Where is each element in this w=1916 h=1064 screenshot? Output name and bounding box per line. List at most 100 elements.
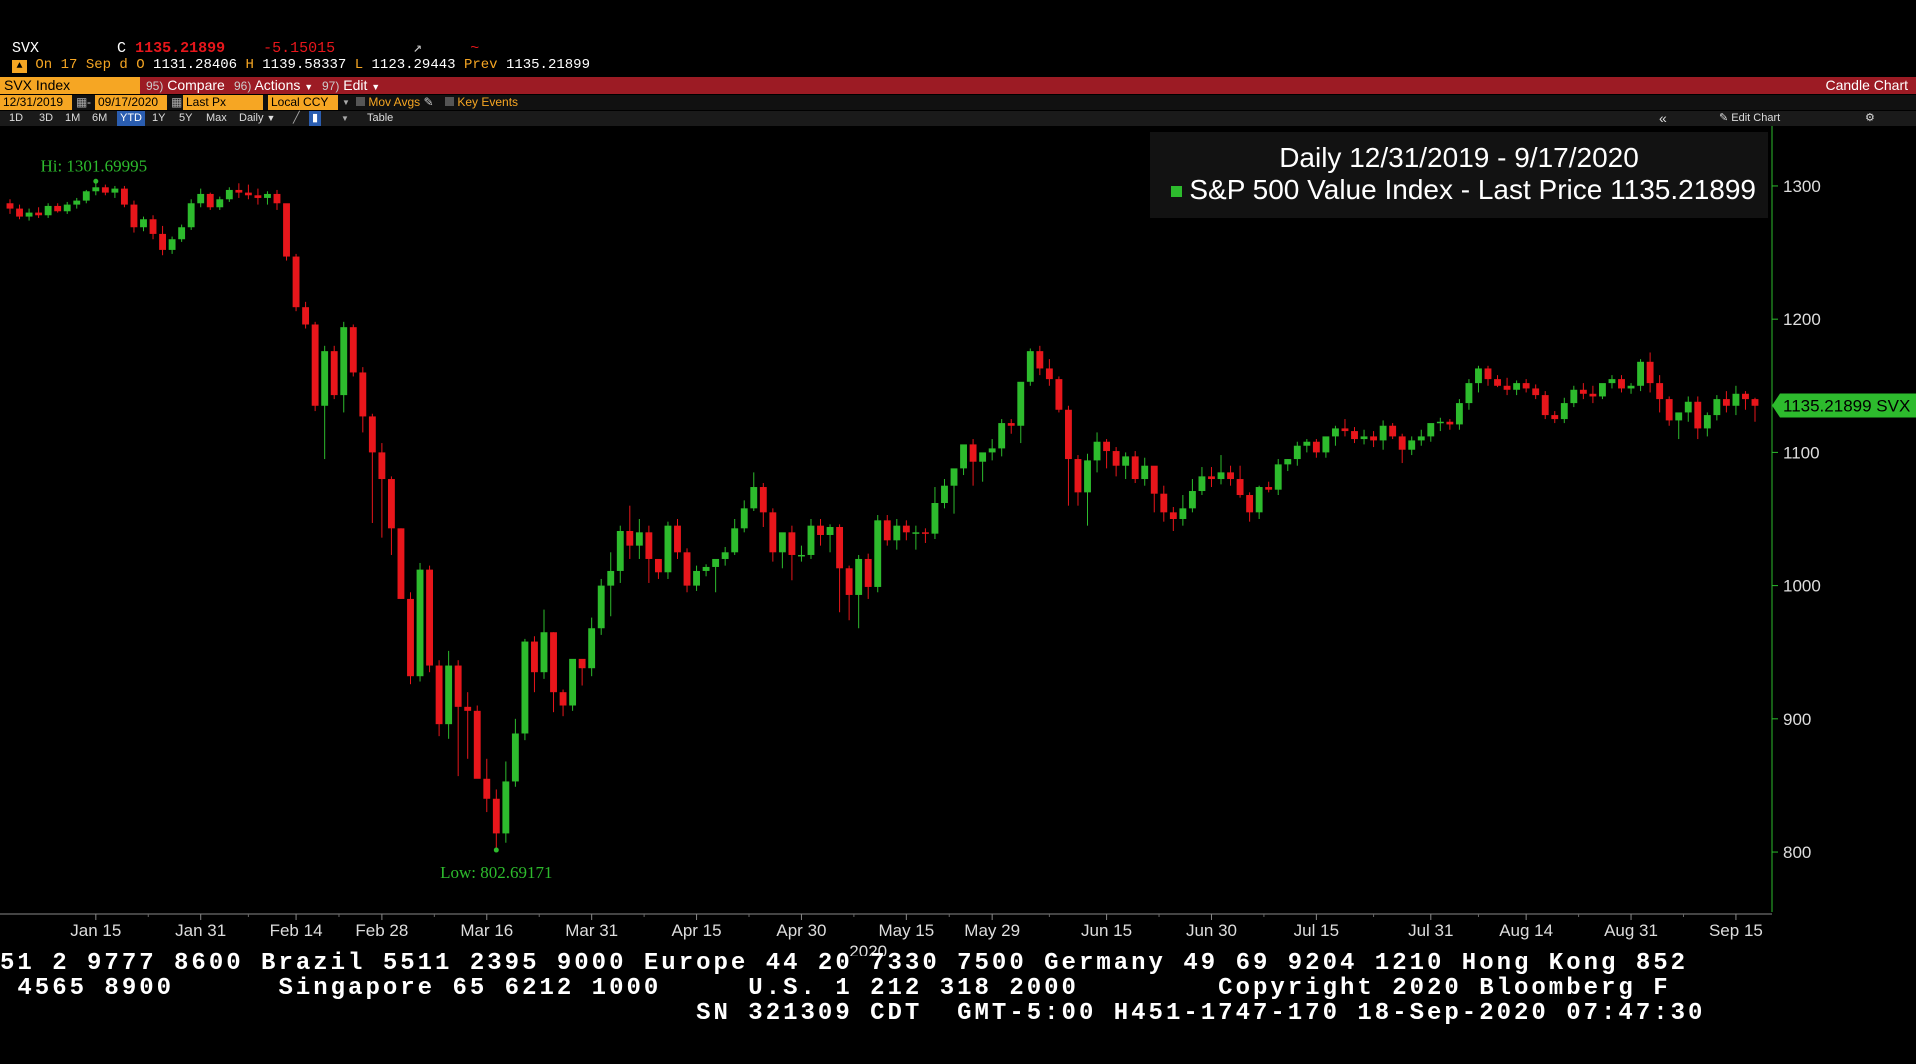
candle (1236, 465, 1244, 498)
alert-icon[interactable]: ▲ (12, 60, 27, 73)
candle-body (502, 781, 510, 834)
candle (893, 519, 901, 550)
candle-body (674, 525, 681, 553)
candle-body (1722, 399, 1730, 406)
edit-button[interactable]: 97) Edit ▼ (318, 77, 384, 94)
candle-body (407, 598, 414, 677)
candle-body (778, 532, 786, 553)
period-select[interactable]: Daily ▼ (236, 111, 278, 126)
pencil-icon: ✎ (1719, 112, 1729, 124)
high-value: 1139.58337 (262, 57, 347, 73)
edit-chart-button[interactable]: ✎ Edit Chart (1716, 111, 1783, 126)
key-events-checkbox[interactable]: Key Events (442, 95, 521, 110)
candle-body (1484, 368, 1492, 380)
candle (1455, 399, 1463, 430)
end-date-field[interactable]: 09/17/2020 (95, 95, 167, 110)
candle (1112, 447, 1120, 477)
compare-button[interactable]: 95) Compare (142, 77, 229, 94)
chevron-down-icon[interactable]: ▼ (339, 95, 350, 110)
candle-body (16, 208, 23, 217)
actions-button[interactable]: 96) Actions ▼ (230, 77, 317, 94)
candle (1227, 465, 1234, 486)
candle (1179, 495, 1187, 526)
legend-entry: S&P 500 Value Index - Last Price 1135.21… (1170, 174, 1756, 206)
candle-body (1351, 431, 1358, 440)
candle (1417, 429, 1425, 446)
candle-body (273, 193, 281, 204)
candle (1522, 379, 1530, 393)
candle (521, 638, 529, 741)
candle-chart-icon[interactable]: ▮ (309, 111, 322, 126)
candle-body (969, 444, 977, 462)
candle-body (864, 558, 872, 587)
candle-body (330, 351, 338, 396)
candle (769, 508, 777, 562)
currency-select[interactable]: Local CCY (268, 95, 338, 110)
calendar-icon[interactable]: ▦ (73, 95, 87, 110)
start-date-field[interactable]: 12/31/2019 (0, 95, 72, 110)
candle (330, 345, 338, 400)
timeframe-3d[interactable]: 3D (36, 111, 56, 126)
calendar-icon[interactable]: ▦ (168, 95, 182, 110)
candle (912, 525, 920, 550)
candle-body (368, 416, 376, 453)
candle (1198, 467, 1206, 496)
options-bar: 12/31/2019 ▦ - 09/17/2020 ▦ Last Px Loca… (0, 95, 1916, 110)
legend-series-name: S&P 500 Value Index - Last Price (1189, 174, 1603, 205)
timeframe-6m[interactable]: 6M (89, 111, 110, 126)
candle (864, 553, 872, 599)
candle-body (616, 530, 624, 571)
line-chart-icon[interactable]: ╱ (290, 111, 303, 126)
x-tick-label: Mar 31 (565, 921, 618, 940)
gear-icon[interactable]: ⚙ (1862, 111, 1878, 126)
candle (1188, 479, 1196, 513)
change-value: -5.15015 (263, 40, 336, 57)
candle-chart[interactable]: 800 900 1000 1100 1200 1300 1135.21899 SVX Jan… (0, 126, 1916, 956)
candle-body (1084, 460, 1091, 493)
candle-body (130, 204, 138, 228)
candle (1427, 423, 1435, 442)
candle (1332, 425, 1339, 446)
candle (140, 216, 147, 232)
timeframe-1d[interactable]: 1D (6, 111, 26, 126)
function-toolbar: SVX Index 95) Compare 96) Actions ▼ 97) … (0, 77, 1916, 94)
candle (426, 565, 433, 673)
low-label: L (354, 57, 364, 73)
candle-body (473, 710, 481, 779)
timeframe-5y[interactable]: 5Y (176, 111, 195, 126)
x-tick-label: Jul 15 (1294, 921, 1339, 940)
candle (1742, 391, 1749, 410)
field-select[interactable]: Last Px (183, 95, 263, 110)
candle-body (1255, 487, 1263, 513)
candle-body (1579, 389, 1587, 394)
candle-body (921, 532, 929, 534)
candle (836, 524, 844, 613)
x-tick-label: Apr 30 (776, 921, 826, 940)
candle (1274, 459, 1282, 496)
candle (1312, 439, 1320, 458)
pencil-icon[interactable]: ✎ (424, 95, 434, 109)
candle-body (1570, 389, 1578, 404)
timeframe-1y[interactable]: 1Y (149, 111, 168, 126)
candle-body (1427, 423, 1435, 437)
timeframe-ytd[interactable]: YTD (117, 111, 145, 126)
timeframe-max[interactable]: Max (203, 111, 230, 126)
low-value: 1123.29443 (371, 57, 456, 73)
timeframe-1m[interactable]: 1M (62, 111, 83, 126)
candle (63, 201, 71, 214)
candle-body (693, 570, 700, 586)
chevron-down-icon[interactable]: ▼ (338, 111, 352, 126)
candle (674, 519, 681, 559)
period-label: Daily (239, 112, 264, 124)
candle (740, 500, 748, 533)
security-field[interactable]: SVX Index (0, 77, 140, 94)
candle (1684, 396, 1692, 422)
table-button[interactable]: Table (364, 111, 396, 126)
candle (1637, 359, 1645, 392)
mov-avgs-checkbox[interactable]: Mov Avgs ✎ (353, 95, 437, 110)
collapse-icon[interactable]: « (1656, 111, 1670, 126)
candles (6, 183, 1759, 849)
candle (1045, 359, 1053, 386)
candle-body (1675, 412, 1683, 421)
candle-body (1074, 459, 1082, 493)
